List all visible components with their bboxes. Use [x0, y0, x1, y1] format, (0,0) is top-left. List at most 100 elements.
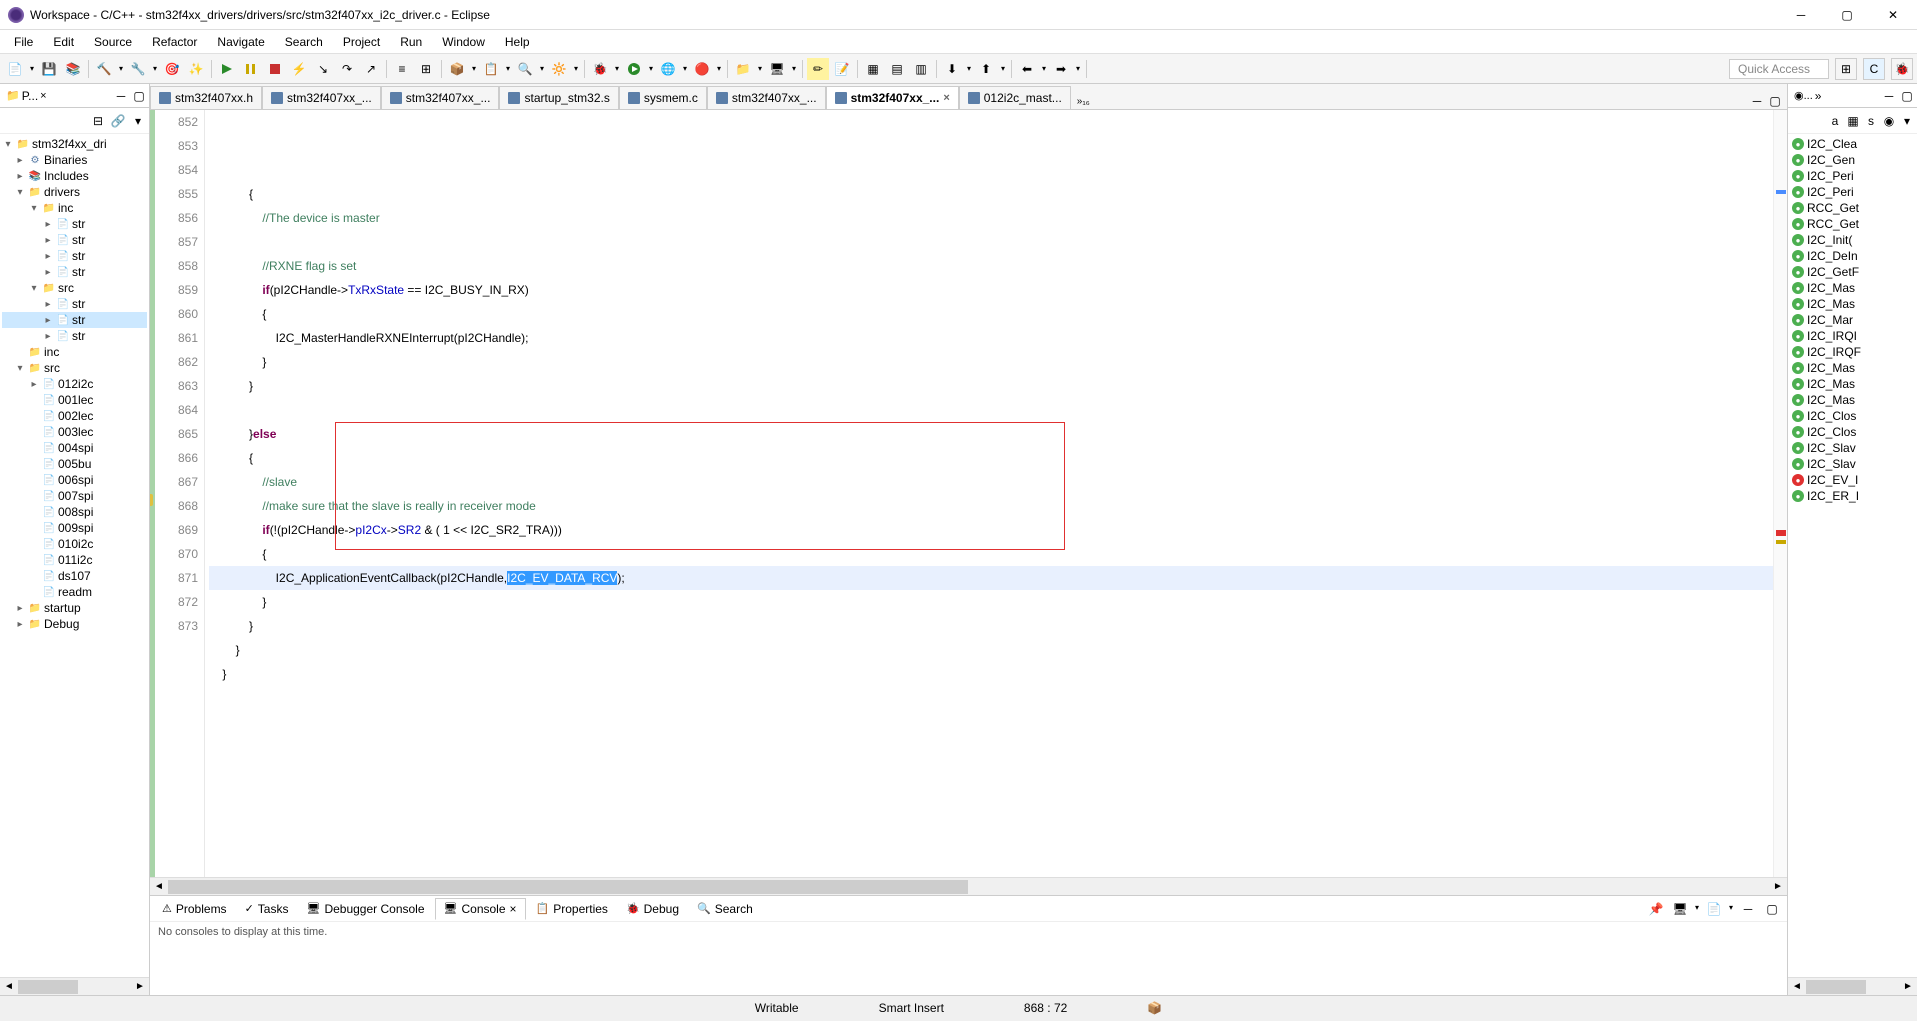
menu-window[interactable]: Window [432, 32, 495, 52]
save-all-button[interactable]: 📚 [62, 58, 84, 80]
resume-button[interactable] [216, 58, 238, 80]
code-line[interactable]: } [209, 614, 1773, 638]
outline-hscroll[interactable]: ◄ ► [1788, 977, 1917, 995]
build-button[interactable]: 🔨 [93, 58, 115, 80]
new-button[interactable]: 📄 [4, 58, 26, 80]
tree-item[interactable]: ▸📚Includes [2, 168, 147, 184]
new-dropdown[interactable]: ▾ [28, 59, 36, 79]
suspend-button[interactable] [240, 58, 262, 80]
step-over-button[interactable]: ↷ [336, 58, 358, 80]
c-perspective-button[interactable]: C [1863, 58, 1885, 80]
tree-item[interactable]: 📄006spi [2, 472, 147, 488]
outline-item[interactable]: ●I2C_Slav [1790, 440, 1915, 456]
menu-edit[interactable]: Edit [43, 32, 84, 52]
outline-item[interactable]: ●I2C_Mas [1790, 296, 1915, 312]
properties-tab[interactable]: 📋 Properties [528, 899, 616, 919]
new-class-button[interactable]: 🔆 [548, 58, 570, 80]
tree-item[interactable]: 📄001lec [2, 392, 147, 408]
editor-tab[interactable]: stm32f407xx_... [381, 86, 500, 109]
step-into-button[interactable]: ↘ [312, 58, 334, 80]
code-line[interactable]: } [209, 662, 1773, 686]
menu-file[interactable]: File [4, 32, 43, 52]
code-line[interactable]: if(!(pI2CHandle->pI2Cx->SR2 & ( 1 << I2C… [209, 518, 1773, 542]
code-line[interactable]: //The device is master [209, 206, 1773, 230]
menu-search[interactable]: Search [275, 32, 333, 52]
editor-tab[interactable]: stm32f407xx.h [150, 86, 262, 109]
open-perspective-button[interactable]: ⊞ [1835, 58, 1857, 80]
editor-content[interactable]: 8528538548558568578588598608618628638648… [150, 110, 1787, 877]
outline-item[interactable]: ●I2C_EV_I [1790, 472, 1915, 488]
next-annot-button[interactable]: ⬇ [941, 58, 963, 80]
scroll-left-icon[interactable]: ◄ [150, 879, 168, 895]
code-line[interactable]: { [209, 182, 1773, 206]
outline-item[interactable]: ●I2C_Peri [1790, 184, 1915, 200]
tree-item[interactable]: ▸📄str [2, 328, 147, 344]
outline-item[interactable]: ●I2C_Mar [1790, 312, 1915, 328]
tree-item[interactable]: 📄010i2c [2, 536, 147, 552]
outline-item[interactable]: ●I2C_IRQF [1790, 344, 1915, 360]
close-icon[interactable]: × [510, 902, 517, 916]
code-line[interactable]: //RXNE flag is set [209, 254, 1773, 278]
project-explorer-tab[interactable]: 📁 P... × [2, 87, 51, 105]
code-line[interactable]: } [209, 638, 1773, 662]
tree-item[interactable]: 📄007spi [2, 488, 147, 504]
menu-source[interactable]: Source [84, 32, 142, 52]
tree-item[interactable]: 📄004spi [2, 440, 147, 456]
menu-run[interactable]: Run [390, 32, 432, 52]
overview-ruler[interactable] [1773, 110, 1787, 877]
build-all-dropdown[interactable]: ▾ [151, 59, 159, 79]
code-line[interactable]: if(pI2CHandle->TxRxState == I2C_BUSY_IN_… [209, 278, 1773, 302]
tree-item[interactable]: ▾📁inc [2, 200, 147, 216]
open-console-button[interactable]: 📄 [1703, 898, 1725, 920]
link-editor-button[interactable]: 🔗 [109, 112, 127, 130]
open-type-button[interactable]: 📋 [480, 58, 502, 80]
editor-hscroll[interactable]: ◄ ► [150, 877, 1787, 895]
maximize-editor-button[interactable]: ▢ [1767, 93, 1783, 109]
more-icon[interactable]: » [1815, 89, 1822, 103]
back-button[interactable]: ⬅ [1016, 58, 1038, 80]
step-return-button[interactable]: ↗ [360, 58, 382, 80]
tree-item[interactable]: ▸📄str [2, 296, 147, 312]
code-line[interactable]: I2C_ApplicationEventCallback(pI2CHandle,… [209, 566, 1773, 590]
quick-access-input[interactable]: Quick Access [1729, 59, 1829, 79]
tree-item[interactable]: 📄011i2c [2, 552, 147, 568]
step-mode-button[interactable]: ⊞ [415, 58, 437, 80]
tree-item[interactable]: ▾📁drivers [2, 184, 147, 200]
run-button[interactable] [623, 58, 645, 80]
menu-refactor[interactable]: Refactor [142, 32, 207, 52]
tree-item[interactable]: ▾📁src [2, 360, 147, 376]
menu-help[interactable]: Help [495, 32, 540, 52]
search-button[interactable]: 🔍 [514, 58, 536, 80]
tree-item[interactable]: 📄002lec [2, 408, 147, 424]
open-element-button[interactable]: 📦 [446, 58, 468, 80]
outline-item[interactable]: ●I2C_GetF [1790, 264, 1915, 280]
outline-item[interactable]: ●I2C_Mas [1790, 392, 1915, 408]
outline-menu-button[interactable]: ▾ [1899, 113, 1915, 129]
maximize-view-button[interactable]: ▢ [131, 88, 147, 104]
profile-button[interactable]: 🌐 [657, 58, 679, 80]
outline-item[interactable]: ●I2C_Init( [1790, 232, 1915, 248]
code-line[interactable] [209, 686, 1773, 710]
target-button[interactable]: 🎯 [161, 58, 183, 80]
search-tab[interactable]: 🔍 Search [689, 899, 761, 919]
menu-navigate[interactable]: Navigate [207, 32, 274, 52]
tree-hscroll[interactable]: ◄ ► [0, 977, 149, 995]
scroll-left-icon[interactable]: ◄ [0, 979, 18, 995]
tree-item[interactable]: ▸📄str [2, 312, 147, 328]
forward-button[interactable]: ➡ [1050, 58, 1072, 80]
editor-tab[interactable]: 012i2c_mast... [959, 86, 1071, 109]
tree-item[interactable]: 📄009spi [2, 520, 147, 536]
debugger-console-tab[interactable]: 🖥 Debugger Console [298, 899, 432, 919]
code-line[interactable]: } [209, 374, 1773, 398]
code-area[interactable]: { //The device is master //RXNE flag is … [205, 110, 1773, 877]
outline-list[interactable]: ●I2C_Clea●I2C_Gen●I2C_Peri●I2C_Peri●RCC_… [1788, 134, 1917, 977]
outline-item[interactable]: ●RCC_Get [1790, 216, 1915, 232]
build-all-button[interactable]: 🔧 [127, 58, 149, 80]
code-line[interactable]: { [209, 446, 1773, 470]
tree-item[interactable]: ▸📄str [2, 216, 147, 232]
highlight-button[interactable]: ✏ [807, 58, 829, 80]
code-line[interactable]: //slave [209, 470, 1773, 494]
scroll-right-icon[interactable]: ► [1899, 979, 1917, 995]
tree-item[interactable]: ▸📁startup [2, 600, 147, 616]
debug-perspective-button[interactable]: 🐞 [1891, 58, 1913, 80]
